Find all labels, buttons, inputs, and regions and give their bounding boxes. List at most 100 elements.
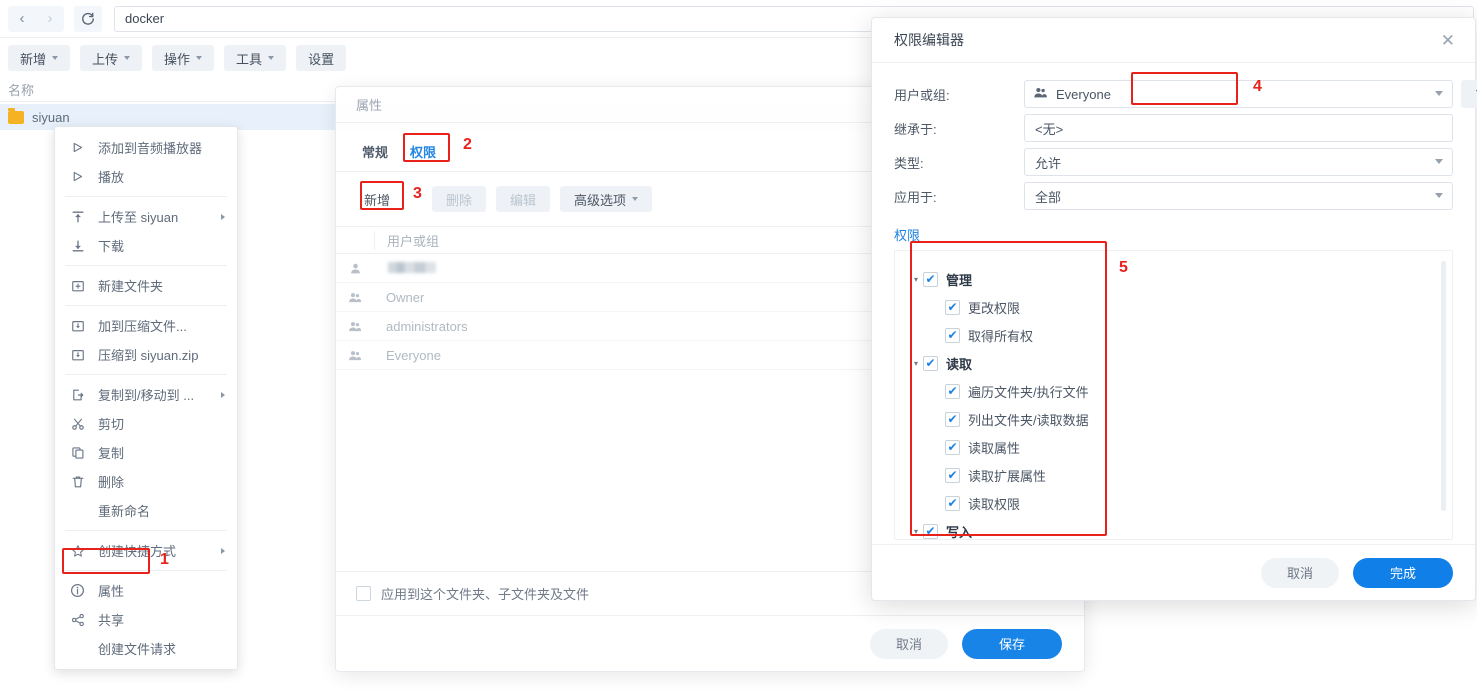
- inherited-from-input: <无>: [1024, 114, 1453, 142]
- field-label-applies-to: 应用于:: [894, 189, 937, 205]
- tree-checkbox[interactable]: ✔: [945, 439, 960, 455]
- menu-item-label: 创建文件请求: [98, 642, 177, 657]
- menu-item-copy[interactable]: 复制: [55, 438, 237, 467]
- menu-item-upload-to-siyuan[interactable]: 上传至 siyuan: [55, 202, 237, 231]
- info-icon: [69, 582, 86, 599]
- type-select[interactable]: 允许: [1024, 148, 1453, 176]
- annotation-number-3: 3: [413, 185, 422, 202]
- tree-item-label: 读取扩展属性: [968, 468, 1047, 484]
- menu-item-label: 复制到/移动到 ...: [98, 388, 195, 403]
- menu-item-label: 复制: [98, 446, 125, 461]
- back-button[interactable]: ‹: [8, 5, 36, 32]
- perm-edit-label: 编辑: [510, 192, 537, 208]
- perm-add-label: 新增: [364, 192, 391, 208]
- download-icon: [69, 237, 86, 254]
- tree-item-read-permissions[interactable]: ✔ 读取权限: [909, 489, 1452, 517]
- toolbar-button-action[interactable]: 操作: [152, 45, 215, 71]
- menu-item-play[interactable]: 播放: [55, 162, 237, 191]
- toolbar-button-tools-label: 工具: [236, 51, 263, 67]
- menu-item-compress-to-zip[interactable]: 压缩到 siyuan.zip: [55, 340, 237, 369]
- user-or-group-select[interactable]: Everyone: [1024, 80, 1453, 108]
- applies-to-value: 全部: [1035, 189, 1062, 205]
- chevron-down-icon[interactable]: ▾: [909, 275, 923, 284]
- properties-save-button[interactable]: 保存: [962, 628, 1062, 659]
- refresh-button[interactable]: [74, 5, 102, 32]
- menu-item-copy-move-to[interactable]: 复制到/移动到 ...: [55, 380, 237, 409]
- applies-to-select[interactable]: 全部: [1024, 182, 1453, 210]
- perm-advanced-options-button[interactable]: 高级选项: [560, 186, 653, 212]
- perm-delete-label: 删除: [446, 192, 473, 208]
- permission-editor-title: 权限编辑器: [894, 32, 964, 48]
- chevron-down-icon: [124, 56, 131, 60]
- menu-item-label: 上传至 siyuan: [98, 210, 179, 225]
- tree-checkbox[interactable]: ✔: [945, 327, 960, 343]
- menu-item-add-to-archive[interactable]: 加到压缩文件...: [55, 311, 237, 340]
- menu-item-share[interactable]: 共享: [55, 605, 237, 634]
- permissions-tree: ▾ ✔ 管理 ✔ 更改权限 ✔ 取得所有权 ▾ ✔ 读取 ✔ 遍历文件夹/执行文…: [894, 250, 1453, 540]
- user-or-group-value: Everyone: [1056, 86, 1111, 102]
- check-icon: ✔: [925, 524, 936, 538]
- menu-separator: [65, 305, 227, 306]
- filter-button[interactable]: [1461, 80, 1477, 108]
- permission-done-button[interactable]: 完成: [1353, 557, 1453, 588]
- chevron-down-icon: [1435, 193, 1443, 198]
- tab-general[interactable]: 常规: [356, 139, 394, 164]
- tree-checkbox[interactable]: ✔: [945, 411, 960, 427]
- tree-item-traverse-folder-execute-file[interactable]: ✔ 遍历文件夹/执行文件: [909, 377, 1452, 405]
- perm-add-button[interactable]: 新增: [358, 186, 405, 212]
- close-icon[interactable]: ✕: [1441, 32, 1455, 49]
- toolbar-button-new[interactable]: 新增: [8, 45, 71, 71]
- toolbar-button-tools[interactable]: 工具: [224, 45, 287, 71]
- tree-checkbox[interactable]: ✔: [923, 271, 938, 287]
- menu-item-create-file-request[interactable]: 创建文件请求: [55, 634, 237, 663]
- chevron-down-icon: [632, 197, 639, 201]
- tree-checkbox[interactable]: ✔: [923, 523, 938, 539]
- menu-item-download[interactable]: 下载: [55, 231, 237, 260]
- toolbar-button-new-label: 新增: [20, 51, 47, 67]
- chevron-down-icon[interactable]: ▾: [909, 527, 923, 536]
- permission-cancel-button[interactable]: 取消: [1261, 557, 1339, 588]
- tree-checkbox[interactable]: ✔: [945, 383, 960, 399]
- chevron-down-icon[interactable]: ▾: [909, 359, 923, 368]
- forward-button[interactable]: ›: [36, 5, 64, 32]
- menu-separator: [65, 265, 227, 266]
- field-row-type: 类型: 允许: [894, 145, 1453, 179]
- tree-item-manage[interactable]: ▾ ✔ 管理: [909, 265, 1452, 293]
- archive-icon: [69, 346, 86, 363]
- chevron-right-icon: ›: [47, 10, 53, 27]
- tree-item-read[interactable]: ▾ ✔ 读取: [909, 349, 1452, 377]
- group-icon: [1033, 86, 1048, 102]
- tree-item-label: 管理: [946, 272, 973, 288]
- menu-item-properties[interactable]: 属性: [55, 576, 237, 605]
- menu-item-add-to-audio-player[interactable]: 添加到音频播放器: [55, 133, 237, 162]
- archive-icon: [69, 317, 86, 334]
- menu-separator: [65, 570, 227, 571]
- tab-permissions[interactable]: 权限: [404, 139, 442, 164]
- menu-item-rename[interactable]: 重新命名: [55, 496, 237, 525]
- toolbar-button-upload[interactable]: 上传: [80, 45, 143, 71]
- permissions-tree-scrollbar[interactable]: [1441, 261, 1446, 511]
- menu-item-delete[interactable]: 删除: [55, 467, 237, 496]
- menu-item-new-folder[interactable]: 新建文件夹: [55, 271, 237, 300]
- menu-item-label: 加到压缩文件...: [98, 319, 187, 334]
- apply-checkbox[interactable]: [356, 586, 371, 601]
- menu-item-create-shortcut[interactable]: 创建快捷方式: [55, 536, 237, 565]
- check-icon: ✔: [947, 440, 958, 454]
- tree-item-read-extended-attributes[interactable]: ✔ 读取扩展属性: [909, 461, 1452, 489]
- tree-item-label: 读取属性: [968, 440, 1021, 456]
- tree-item-list-folder-read-data[interactable]: ✔ 列出文件夹/读取数据: [909, 405, 1452, 433]
- tree-item-write[interactable]: ▾ ✔ 写入: [909, 517, 1452, 539]
- tree-item-take-ownership[interactable]: ✔ 取得所有权: [909, 321, 1452, 349]
- perm-delete-button: 删除: [432, 186, 487, 212]
- tree-checkbox[interactable]: ✔: [923, 355, 938, 371]
- tree-item-read-attributes[interactable]: ✔ 读取属性: [909, 433, 1452, 461]
- tree-checkbox[interactable]: ✔: [945, 467, 960, 483]
- menu-item-cut[interactable]: 剪切: [55, 409, 237, 438]
- tree-checkbox[interactable]: ✔: [945, 299, 960, 315]
- chevron-right-icon: [221, 391, 225, 398]
- toolbar-button-settings[interactable]: 设置: [296, 45, 347, 71]
- toolbar-button-action-label: 操作: [164, 51, 191, 67]
- tree-item-change-permissions[interactable]: ✔ 更改权限: [909, 293, 1452, 321]
- tree-checkbox[interactable]: ✔: [945, 495, 960, 511]
- properties-cancel-button[interactable]: 取消: [870, 628, 948, 659]
